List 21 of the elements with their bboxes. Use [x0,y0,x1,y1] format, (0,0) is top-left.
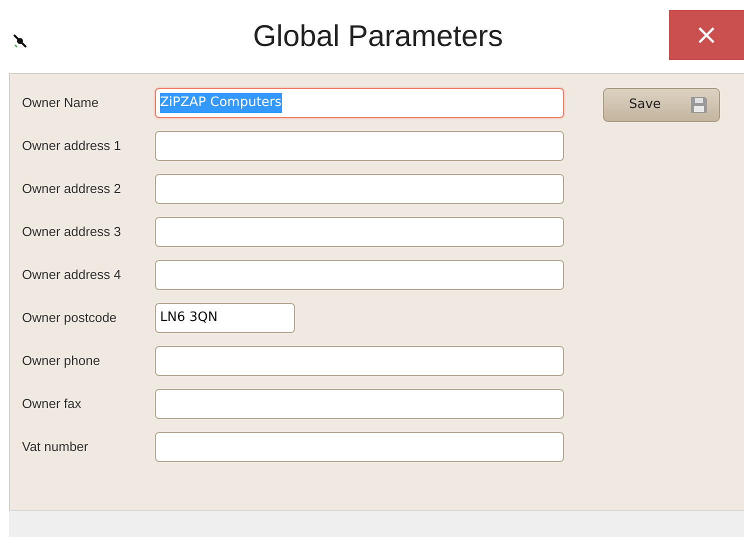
field-label: Vat number [21,438,90,456]
input-field[interactable] [155,217,564,247]
input-field[interactable] [155,346,564,376]
field-label: Owner fax [21,395,82,414]
close-button[interactable]: × [669,10,744,60]
satellite-icon [12,33,28,49]
field-label: Owner address 2 [21,180,122,198]
field-label: Owner address 4 [21,266,122,284]
window-title: Global Parameters [252,22,504,52]
input-field[interactable] [155,174,564,204]
input-field[interactable] [155,389,564,419]
input-field[interactable]: LN6 3QN [155,303,295,333]
save-button[interactable]: Save [603,88,720,122]
input-field[interactable] [155,260,564,290]
field-label: Owner postcode [21,309,118,328]
field-label: Owner address 1 [21,137,122,156]
field-label: Owner Name [21,94,100,112]
input-field[interactable] [155,131,564,161]
input-field[interactable] [155,432,564,462]
field-label: Owner phone [21,352,102,370]
field-label: Owner address 3 [21,223,122,242]
